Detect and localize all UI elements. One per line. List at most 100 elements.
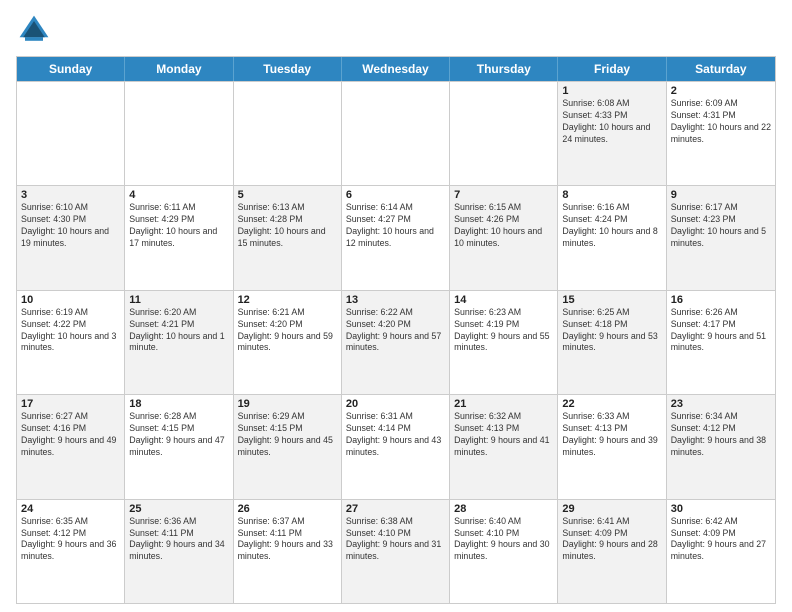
calendar-cell: 8Sunrise: 6:16 AM Sunset: 4:24 PM Daylig… <box>558 186 666 289</box>
calendar-cell: 21Sunrise: 6:32 AM Sunset: 4:13 PM Dayli… <box>450 395 558 498</box>
day-info: Sunrise: 6:34 AM Sunset: 4:12 PM Dayligh… <box>671 411 771 459</box>
header-day-monday: Monday <box>125 57 233 81</box>
calendar-cell: 18Sunrise: 6:28 AM Sunset: 4:15 PM Dayli… <box>125 395 233 498</box>
header-day-friday: Friday <box>558 57 666 81</box>
calendar-cell <box>450 82 558 185</box>
header-day-thursday: Thursday <box>450 57 558 81</box>
day-number: 18 <box>129 398 228 410</box>
calendar-cell: 13Sunrise: 6:22 AM Sunset: 4:20 PM Dayli… <box>342 291 450 394</box>
calendar-cell: 28Sunrise: 6:40 AM Sunset: 4:10 PM Dayli… <box>450 500 558 603</box>
day-info: Sunrise: 6:27 AM Sunset: 4:16 PM Dayligh… <box>21 411 120 459</box>
calendar-cell: 1Sunrise: 6:08 AM Sunset: 4:33 PM Daylig… <box>558 82 666 185</box>
day-number: 14 <box>454 294 553 306</box>
day-number: 9 <box>671 189 771 201</box>
day-info: Sunrise: 6:16 AM Sunset: 4:24 PM Dayligh… <box>562 202 661 250</box>
day-number: 11 <box>129 294 228 306</box>
day-info: Sunrise: 6:13 AM Sunset: 4:28 PM Dayligh… <box>238 202 337 250</box>
day-number: 28 <box>454 503 553 515</box>
calendar-cell: 15Sunrise: 6:25 AM Sunset: 4:18 PM Dayli… <box>558 291 666 394</box>
day-info: Sunrise: 6:11 AM Sunset: 4:29 PM Dayligh… <box>129 202 228 250</box>
day-info: Sunrise: 6:20 AM Sunset: 4:21 PM Dayligh… <box>129 307 228 355</box>
day-number: 20 <box>346 398 445 410</box>
day-number: 7 <box>454 189 553 201</box>
calendar-cell: 6Sunrise: 6:14 AM Sunset: 4:27 PM Daylig… <box>342 186 450 289</box>
calendar-cell: 23Sunrise: 6:34 AM Sunset: 4:12 PM Dayli… <box>667 395 775 498</box>
day-info: Sunrise: 6:37 AM Sunset: 4:11 PM Dayligh… <box>238 516 337 564</box>
day-info: Sunrise: 6:08 AM Sunset: 4:33 PM Dayligh… <box>562 98 661 146</box>
day-info: Sunrise: 6:21 AM Sunset: 4:20 PM Dayligh… <box>238 307 337 355</box>
calendar-cell: 19Sunrise: 6:29 AM Sunset: 4:15 PM Dayli… <box>234 395 342 498</box>
day-number: 16 <box>671 294 771 306</box>
calendar-header: SundayMondayTuesdayWednesdayThursdayFrid… <box>17 57 775 81</box>
day-number: 13 <box>346 294 445 306</box>
day-number: 1 <box>562 85 661 97</box>
calendar-cell: 14Sunrise: 6:23 AM Sunset: 4:19 PM Dayli… <box>450 291 558 394</box>
header <box>16 12 776 48</box>
day-info: Sunrise: 6:29 AM Sunset: 4:15 PM Dayligh… <box>238 411 337 459</box>
calendar-row-2: 10Sunrise: 6:19 AM Sunset: 4:22 PM Dayli… <box>17 290 775 394</box>
day-number: 12 <box>238 294 337 306</box>
calendar-cell: 3Sunrise: 6:10 AM Sunset: 4:30 PM Daylig… <box>17 186 125 289</box>
calendar-cell: 20Sunrise: 6:31 AM Sunset: 4:14 PM Dayli… <box>342 395 450 498</box>
calendar-cell: 9Sunrise: 6:17 AM Sunset: 4:23 PM Daylig… <box>667 186 775 289</box>
calendar-cell: 17Sunrise: 6:27 AM Sunset: 4:16 PM Dayli… <box>17 395 125 498</box>
calendar-cell: 25Sunrise: 6:36 AM Sunset: 4:11 PM Dayli… <box>125 500 233 603</box>
day-info: Sunrise: 6:35 AM Sunset: 4:12 PM Dayligh… <box>21 516 120 564</box>
day-info: Sunrise: 6:38 AM Sunset: 4:10 PM Dayligh… <box>346 516 445 564</box>
calendar-cell: 4Sunrise: 6:11 AM Sunset: 4:29 PM Daylig… <box>125 186 233 289</box>
calendar-cell: 5Sunrise: 6:13 AM Sunset: 4:28 PM Daylig… <box>234 186 342 289</box>
day-info: Sunrise: 6:17 AM Sunset: 4:23 PM Dayligh… <box>671 202 771 250</box>
calendar-cell: 30Sunrise: 6:42 AM Sunset: 4:09 PM Dayli… <box>667 500 775 603</box>
header-day-sunday: Sunday <box>17 57 125 81</box>
day-number: 23 <box>671 398 771 410</box>
day-info: Sunrise: 6:14 AM Sunset: 4:27 PM Dayligh… <box>346 202 445 250</box>
calendar-cell: 7Sunrise: 6:15 AM Sunset: 4:26 PM Daylig… <box>450 186 558 289</box>
calendar-cell: 22Sunrise: 6:33 AM Sunset: 4:13 PM Dayli… <box>558 395 666 498</box>
header-day-tuesday: Tuesday <box>234 57 342 81</box>
day-info: Sunrise: 6:26 AM Sunset: 4:17 PM Dayligh… <box>671 307 771 355</box>
day-number: 30 <box>671 503 771 515</box>
calendar-row-3: 17Sunrise: 6:27 AM Sunset: 4:16 PM Dayli… <box>17 394 775 498</box>
day-number: 19 <box>238 398 337 410</box>
calendar-cell: 12Sunrise: 6:21 AM Sunset: 4:20 PM Dayli… <box>234 291 342 394</box>
day-info: Sunrise: 6:19 AM Sunset: 4:22 PM Dayligh… <box>21 307 120 355</box>
day-number: 26 <box>238 503 337 515</box>
day-number: 6 <box>346 189 445 201</box>
day-info: Sunrise: 6:10 AM Sunset: 4:30 PM Dayligh… <box>21 202 120 250</box>
day-info: Sunrise: 6:25 AM Sunset: 4:18 PM Dayligh… <box>562 307 661 355</box>
day-info: Sunrise: 6:42 AM Sunset: 4:09 PM Dayligh… <box>671 516 771 564</box>
day-info: Sunrise: 6:41 AM Sunset: 4:09 PM Dayligh… <box>562 516 661 564</box>
day-info: Sunrise: 6:40 AM Sunset: 4:10 PM Dayligh… <box>454 516 553 564</box>
day-info: Sunrise: 6:28 AM Sunset: 4:15 PM Dayligh… <box>129 411 228 459</box>
day-number: 15 <box>562 294 661 306</box>
calendar-row-4: 24Sunrise: 6:35 AM Sunset: 4:12 PM Dayli… <box>17 499 775 603</box>
day-number: 17 <box>21 398 120 410</box>
day-number: 29 <box>562 503 661 515</box>
day-number: 2 <box>671 85 771 97</box>
calendar-cell: 27Sunrise: 6:38 AM Sunset: 4:10 PM Dayli… <box>342 500 450 603</box>
calendar-cell <box>125 82 233 185</box>
day-number: 21 <box>454 398 553 410</box>
day-number: 4 <box>129 189 228 201</box>
day-info: Sunrise: 6:31 AM Sunset: 4:14 PM Dayligh… <box>346 411 445 459</box>
calendar-cell: 2Sunrise: 6:09 AM Sunset: 4:31 PM Daylig… <box>667 82 775 185</box>
calendar: SundayMondayTuesdayWednesdayThursdayFrid… <box>16 56 776 604</box>
day-number: 25 <box>129 503 228 515</box>
day-info: Sunrise: 6:33 AM Sunset: 4:13 PM Dayligh… <box>562 411 661 459</box>
calendar-cell: 26Sunrise: 6:37 AM Sunset: 4:11 PM Dayli… <box>234 500 342 603</box>
day-number: 5 <box>238 189 337 201</box>
day-number: 3 <box>21 189 120 201</box>
calendar-body: 1Sunrise: 6:08 AM Sunset: 4:33 PM Daylig… <box>17 81 775 603</box>
header-day-saturday: Saturday <box>667 57 775 81</box>
day-info: Sunrise: 6:36 AM Sunset: 4:11 PM Dayligh… <box>129 516 228 564</box>
calendar-row-0: 1Sunrise: 6:08 AM Sunset: 4:33 PM Daylig… <box>17 81 775 185</box>
day-info: Sunrise: 6:22 AM Sunset: 4:20 PM Dayligh… <box>346 307 445 355</box>
logo-icon <box>16 12 52 48</box>
calendar-cell <box>234 82 342 185</box>
calendar-cell: 10Sunrise: 6:19 AM Sunset: 4:22 PM Dayli… <box>17 291 125 394</box>
calendar-cell: 29Sunrise: 6:41 AM Sunset: 4:09 PM Dayli… <box>558 500 666 603</box>
logo <box>16 12 56 48</box>
day-number: 8 <box>562 189 661 201</box>
calendar-cell <box>342 82 450 185</box>
calendar-cell: 11Sunrise: 6:20 AM Sunset: 4:21 PM Dayli… <box>125 291 233 394</box>
